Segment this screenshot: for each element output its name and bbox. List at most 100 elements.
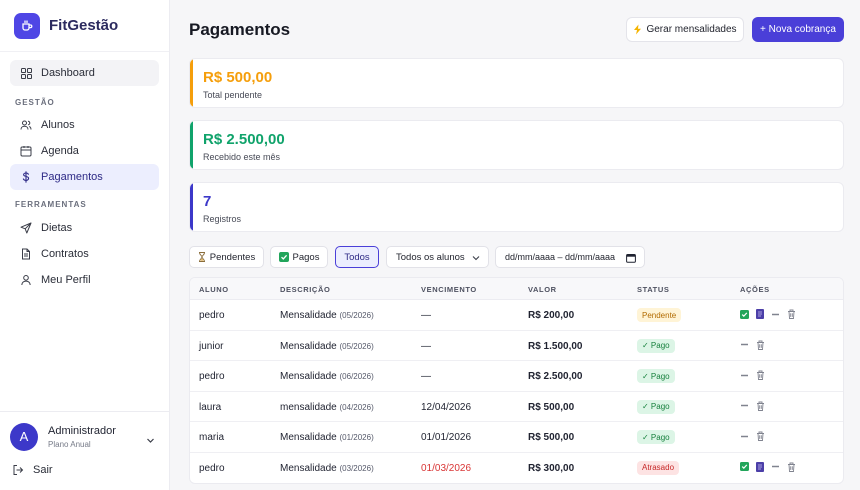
filter-paid-label: Pagos bbox=[292, 251, 320, 263]
cell-valor: R$ 500,00 bbox=[528, 432, 575, 443]
row-actions bbox=[740, 431, 772, 441]
filter-all-button[interactable]: Todos bbox=[335, 246, 379, 268]
user-icon bbox=[20, 274, 32, 286]
generate-fees-label: Gerar mensalidades bbox=[646, 24, 737, 35]
cell-aluno: pedro bbox=[199, 371, 225, 382]
student-select[interactable]: Todos os alunos bbox=[386, 246, 489, 268]
minus-icon[interactable] bbox=[740, 432, 749, 441]
cell-valor: R$ 300,00 bbox=[528, 462, 575, 474]
cell-aluno: maria bbox=[199, 432, 225, 443]
card-accent-bar bbox=[190, 121, 193, 169]
sidebar-item-dietas[interactable]: Dietas bbox=[10, 215, 159, 241]
cell-valor: R$ 2.500,00 bbox=[528, 371, 583, 382]
desc-period: (05/2026) bbox=[339, 341, 374, 351]
brand[interactable]: FitGestão bbox=[0, 0, 169, 52]
header-acoes: AÇÕES bbox=[740, 285, 770, 294]
records-count: 7 bbox=[203, 193, 212, 210]
sidebar-item-contratos[interactable]: Contratos bbox=[10, 241, 159, 267]
desc-period: (01/2026) bbox=[339, 433, 374, 442]
payments-table: ALUNO DESCRIÇÃO VENCIMENTO VALOR STATUS … bbox=[189, 277, 844, 484]
trash-icon[interactable] bbox=[756, 340, 765, 350]
header-descricao: DESCRIÇÃO bbox=[280, 285, 331, 294]
desc-text: Mensalidade bbox=[280, 432, 337, 443]
mark-paid-icon[interactable] bbox=[740, 462, 749, 471]
hourglass-icon bbox=[198, 252, 206, 262]
calendar-icon bbox=[20, 145, 32, 157]
minus-icon[interactable] bbox=[740, 371, 749, 380]
minus-icon[interactable] bbox=[740, 401, 749, 410]
filter-bar: Pendentes Pagos Todos Todos os alunos dd… bbox=[189, 246, 649, 268]
desc-period: (06/2026) bbox=[339, 372, 374, 381]
generate-fees-button[interactable]: Gerar mensalidades bbox=[626, 17, 744, 42]
filter-all-label: Todos bbox=[344, 251, 370, 263]
sidebar-item-meu-perfil[interactable]: Meu Perfil bbox=[10, 267, 159, 293]
desc-period: (04/2026) bbox=[339, 402, 374, 412]
header-aluno: ALUNO bbox=[199, 285, 229, 294]
minus-icon[interactable] bbox=[771, 462, 780, 471]
sidebar-item-label: Agenda bbox=[41, 145, 79, 157]
pending-label: Total pendente bbox=[203, 90, 263, 100]
header-valor: VALOR bbox=[528, 285, 557, 294]
sidebar-item-dashboard[interactable]: Dashboard bbox=[10, 60, 159, 86]
new-charge-label: + Nova cobrança bbox=[760, 24, 836, 35]
brand-name: FitGestão bbox=[49, 17, 119, 34]
sidebar-item-agenda[interactable]: Agenda bbox=[10, 138, 159, 164]
trash-icon[interactable] bbox=[787, 462, 796, 472]
date-range-value: dd/mm/aaaa – dd/mm/aaaa bbox=[505, 252, 616, 262]
desc-text: Mensalidade bbox=[280, 371, 337, 382]
sidebar-item-label: Dashboard bbox=[41, 67, 95, 79]
desc-period: (05/2026) bbox=[339, 311, 374, 320]
trash-icon[interactable] bbox=[787, 309, 796, 319]
trash-icon[interactable] bbox=[756, 431, 765, 441]
new-charge-button[interactable]: + Nova cobrança bbox=[752, 17, 844, 42]
date-range-input[interactable]: dd/mm/aaaa – dd/mm/aaaa bbox=[495, 246, 645, 268]
row-actions bbox=[740, 309, 803, 319]
receipt-icon[interactable] bbox=[756, 309, 764, 319]
cell-vencimento: 01/03/2026 bbox=[421, 462, 472, 474]
desc-text: Mensalidade bbox=[280, 310, 337, 321]
cell-descricao: Mensalidade (01/2026) bbox=[280, 432, 374, 443]
status-badge: ✓ Pago bbox=[637, 399, 675, 414]
section-label-gestao: GESTÃO bbox=[15, 98, 55, 107]
minus-icon[interactable] bbox=[771, 310, 780, 319]
cell-vencimento: — bbox=[421, 310, 431, 321]
trash-icon[interactable] bbox=[756, 370, 765, 380]
table-row: junior Mensalidade (05/2026) — R$ 1.500,… bbox=[190, 331, 843, 361]
filter-paid-button[interactable]: Pagos bbox=[270, 246, 328, 268]
cell-aluno: pedro bbox=[199, 310, 225, 321]
row-actions bbox=[740, 461, 803, 472]
records-label: Registros bbox=[203, 214, 242, 224]
sidebar-item-label: Alunos bbox=[41, 119, 75, 131]
desc-text: Mensalidade bbox=[280, 340, 337, 352]
chevron-down-icon[interactable] bbox=[146, 432, 155, 450]
sidebar-item-label: Contratos bbox=[41, 248, 89, 260]
cell-aluno: pedro bbox=[199, 462, 225, 474]
cell-descricao: Mensalidade (03/2026) bbox=[280, 463, 374, 474]
logout-icon bbox=[12, 464, 24, 476]
status-badge: Atrasado bbox=[637, 460, 680, 475]
logout-button[interactable]: Sair bbox=[12, 464, 53, 476]
table-row: pedro Mensalidade (03/2026) 01/03/2026 R… bbox=[190, 453, 843, 484]
mark-paid-icon[interactable] bbox=[740, 309, 749, 319]
filter-pending-button[interactable]: Pendentes bbox=[189, 246, 264, 268]
desc-text: Mensalidade bbox=[280, 462, 337, 474]
card-accent-bar bbox=[190, 183, 193, 231]
user-name: Administrador bbox=[48, 424, 116, 437]
cell-valor: R$ 1.500,00 bbox=[528, 340, 583, 352]
header-vencimento: VENCIMENTO bbox=[421, 285, 477, 294]
chevron-down-icon bbox=[472, 254, 480, 262]
minus-icon[interactable] bbox=[740, 340, 749, 349]
receipt-icon[interactable] bbox=[756, 461, 764, 472]
sidebar-item-pagamentos[interactable]: Pagamentos bbox=[10, 164, 159, 190]
table-header: ALUNO DESCRIÇÃO VENCIMENTO VALOR STATUS … bbox=[190, 278, 843, 300]
user-menu[interactable]: A Administrador Plano Anual bbox=[0, 411, 169, 461]
row-actions bbox=[740, 370, 772, 380]
users-icon bbox=[20, 119, 32, 131]
status-badge: Pendente bbox=[637, 308, 682, 322]
sidebar-item-alunos[interactable]: Alunos bbox=[10, 112, 159, 138]
calendar-icon bbox=[626, 253, 636, 263]
card-received: R$ 2.500,00 Recebido este mês bbox=[189, 120, 844, 170]
card-total-pending: R$ 500,00 Total pendente bbox=[189, 58, 844, 108]
trash-icon[interactable] bbox=[756, 401, 765, 411]
user-plan: Plano Anual bbox=[48, 439, 91, 449]
